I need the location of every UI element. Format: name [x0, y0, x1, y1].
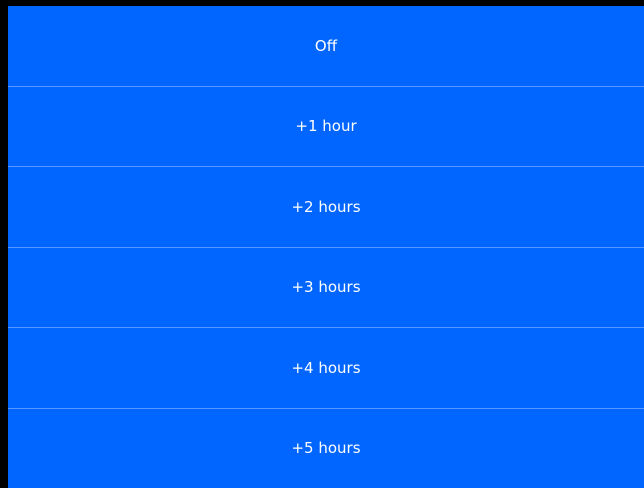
- option-label: +2 hours: [291, 197, 361, 216]
- option-label: Off: [314, 36, 338, 55]
- time-offset-menu: Off +1 hour +2 hours +3 hours +4 hours +…: [8, 6, 644, 488]
- option-plus-4-hours[interactable]: +4 hours: [8, 327, 644, 408]
- option-label: +4 hours: [291, 358, 361, 377]
- option-label: +1 hour: [295, 117, 357, 136]
- option-plus-3-hours[interactable]: +3 hours: [8, 246, 644, 327]
- screen-frame: Off +1 hour +2 hours +3 hours +4 hours +…: [0, 0, 644, 488]
- option-label: +5 hours: [291, 439, 361, 458]
- option-plus-1-hour[interactable]: +1 hour: [8, 85, 644, 166]
- option-off[interactable]: Off: [8, 6, 644, 86]
- option-label: +3 hours: [291, 278, 361, 297]
- option-plus-5-hours[interactable]: +5 hours: [8, 407, 644, 488]
- option-plus-2-hours[interactable]: +2 hours: [8, 166, 644, 247]
